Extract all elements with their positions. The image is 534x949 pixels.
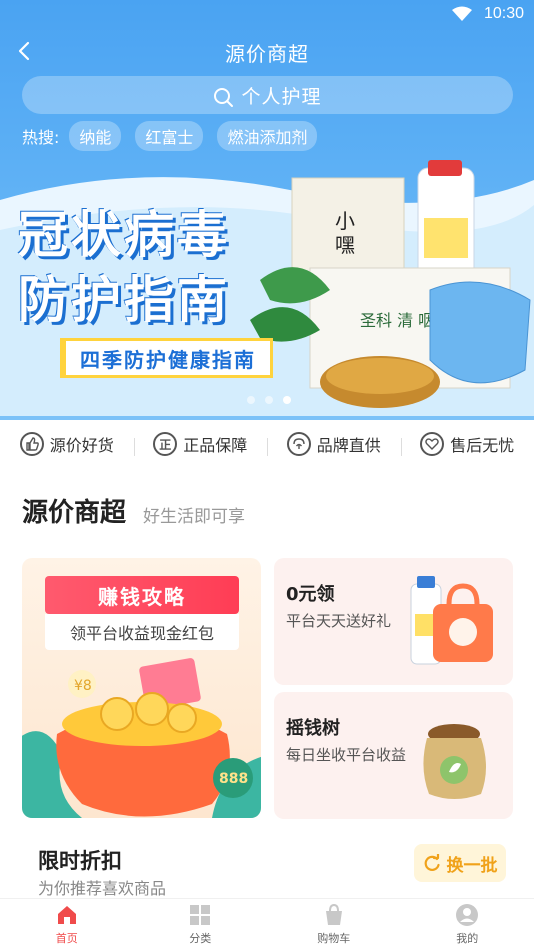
tab-label: 首页 xyxy=(55,932,78,945)
refresh-icon xyxy=(424,854,440,871)
money-tree-title: 摇钱树 xyxy=(286,718,340,739)
heart-icon xyxy=(420,432,445,456)
section-subtitle: 好生活即可享 xyxy=(143,507,245,527)
feature-label: 售后无忧 xyxy=(450,436,515,455)
tab-profile[interactable]: 我的 xyxy=(401,899,534,949)
banner-title-line2: 防护指南 xyxy=(18,271,230,329)
tab-label: 分类 xyxy=(189,932,212,945)
refresh-label: 换一批 xyxy=(446,855,498,876)
coin-text: 888 xyxy=(219,771,249,787)
hot-tag-2[interactable]: 红富士 xyxy=(135,121,204,151)
feature-label: 源价好货 xyxy=(49,436,114,455)
svg-text:¥8: ¥8 xyxy=(74,678,92,694)
home-icon xyxy=(57,906,76,924)
feature-label: 品牌直供 xyxy=(316,436,381,455)
tab-label: 我的 xyxy=(456,932,479,945)
hot-search-row: 热搜: 纳能 红富士 燃油添加剂 xyxy=(22,121,331,151)
bottom-tab-bar: 首页 分类 购物车 我的 xyxy=(0,898,534,949)
discount-subtitle: 为你推荐喜欢商品 xyxy=(38,879,167,898)
earn-badge: 赚钱攻略 xyxy=(45,576,239,614)
nav-bar: 源价商超 xyxy=(0,30,534,72)
brand-icon xyxy=(286,432,311,456)
tab-label: 购物车 xyxy=(317,932,351,945)
seed-sack-illustration xyxy=(423,724,486,799)
money-tree-desc: 每日坐收平台收益 xyxy=(286,746,407,764)
free-gift-desc: 平台天天送好礼 xyxy=(286,612,392,630)
hot-tag-1[interactable]: 纳能 xyxy=(69,121,122,151)
banner-dot-2[interactable] xyxy=(265,396,273,404)
banner-title-line1: 冠状病毒 xyxy=(18,206,230,264)
search-placeholder: 个人护理 xyxy=(241,85,322,108)
cart-icon xyxy=(325,903,342,925)
section-title: 源价商超 xyxy=(22,498,127,528)
search-input[interactable]: 个人护理 xyxy=(22,76,513,114)
money-tree-card[interactable]: 摇钱树 每日坐收平台收益 xyxy=(274,692,513,819)
hot-tag-3[interactable]: 燃油添加剂 xyxy=(217,121,318,151)
discount-title: 限时折扣 xyxy=(38,849,122,873)
refresh-button[interactable]: 换一批 xyxy=(414,844,506,882)
feature-row: 源价好货 正 正品保障 品牌直供 售后无忧 xyxy=(0,424,534,464)
feature-brand: 品牌直供 xyxy=(267,432,401,456)
gift-bag-illustration xyxy=(410,576,493,665)
earn-desc: 领平台收益现金红包 xyxy=(45,614,239,650)
wifi-icon xyxy=(452,6,472,21)
feature-genuine: 正 正品保障 xyxy=(133,432,268,456)
thumbs-up-icon xyxy=(19,432,44,456)
banner-dot-3[interactable] xyxy=(283,396,291,404)
category-icon xyxy=(190,905,211,925)
status-bar: 10:30 xyxy=(0,0,534,30)
free-gift-title: 0元领 xyxy=(286,584,335,605)
hot-search-label: 热搜: xyxy=(22,128,60,147)
status-time: 10:30 xyxy=(483,5,524,22)
page-title: 源价商超 xyxy=(225,42,309,66)
header-hero: 10:30 源价商超 个人护理 热搜: 纳能 红富士 燃油添加剂 小 嘿 圣科 … xyxy=(0,0,534,420)
tab-home[interactable]: 首页 xyxy=(0,899,134,949)
tab-category[interactable]: 分类 xyxy=(134,899,268,949)
feature-good-price: 源价好货 xyxy=(0,432,134,456)
promo-banner[interactable]: 小 嘿 圣科 清 咽 茶 冠状病毒 防护指南 四季防护健康指南 xyxy=(0,160,534,416)
money-bag-illustration: ¥8 xyxy=(22,658,261,818)
banner-dot-1[interactable] xyxy=(247,396,255,404)
profile-icon xyxy=(456,904,479,926)
svg-text:嘿: 嘿 xyxy=(335,233,355,257)
banner-subtitle: 四季防护健康指南 xyxy=(60,338,273,378)
feature-label: 正品保障 xyxy=(183,436,248,455)
free-gift-card[interactable]: 0元领 平台天天送好礼 xyxy=(274,558,513,685)
genuine-icon: 正 xyxy=(153,432,178,456)
svg-text:小: 小 xyxy=(335,209,355,233)
earn-money-card[interactable]: 赚钱攻略 领平台收益现金红包 ¥8 888 xyxy=(22,558,261,818)
tab-cart[interactable]: 购物车 xyxy=(267,899,401,949)
search-icon xyxy=(214,88,234,107)
banner-pagination xyxy=(247,396,301,404)
feature-after-sale: 售后无忧 xyxy=(400,432,534,456)
